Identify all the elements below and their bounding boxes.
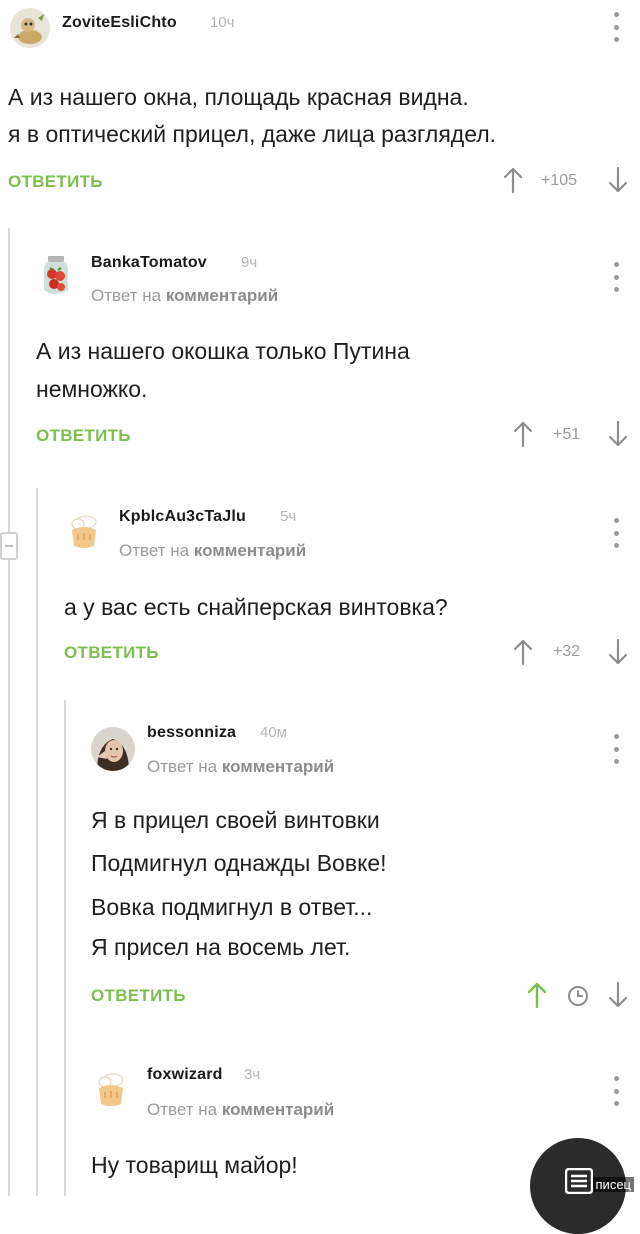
reply-to-prefix: Ответ на (147, 1100, 222, 1119)
avatar[interactable] (91, 1070, 131, 1110)
timestamp: 9ч (241, 254, 258, 271)
reply-to-link[interactable]: Ответ на комментарий (147, 757, 334, 777)
username[interactable]: ZoviteEsliChto (62, 14, 177, 32)
reply-to-prefix: Ответ на (91, 286, 166, 305)
watermark: писец (592, 1177, 634, 1192)
more-vertical-icon[interactable] (613, 262, 619, 292)
reply-button[interactable]: ОТВЕТИТЬ (36, 426, 131, 446)
reply-to-target[interactable]: комментарий (194, 541, 306, 560)
avatar[interactable] (91, 727, 135, 771)
comment-line: Ну товарищ майор! (91, 1152, 298, 1178)
reply-to-link[interactable]: Ответ на комментарий (91, 286, 278, 306)
comment-line: Вовка подмигнул в ответ... (91, 894, 373, 920)
arrow-up-icon[interactable] (512, 420, 534, 448)
comment-line: Я в прицел своей винтовки (91, 807, 380, 833)
reply-button[interactable]: ОТВЕТИТЬ (64, 643, 159, 663)
rating-value: +32 (553, 643, 581, 660)
thread-line-level-3 (64, 700, 66, 1196)
thread-line-level-1 (8, 228, 10, 1196)
avatar-cartoon-figure-icon (10, 8, 50, 48)
comment-line: Я присел на восемь лет. (91, 934, 351, 960)
rating-value: +51 (553, 426, 581, 443)
timestamp: 40м (260, 724, 287, 741)
comment-line: я в оптический прицел, даже лица разгляд… (8, 121, 497, 147)
avatar[interactable] (36, 254, 76, 294)
avatar-tomato-jar-icon (44, 256, 68, 294)
username[interactable]: foxwizard (147, 1066, 223, 1084)
arrow-up-icon[interactable] (526, 981, 548, 1009)
more-vertical-icon[interactable] (613, 734, 619, 764)
comment-line: немножко. (36, 376, 148, 402)
more-vertical-icon[interactable] (613, 518, 619, 548)
timestamp: 3ч (244, 1066, 261, 1083)
reply-to-link[interactable]: Ответ на комментарий (119, 541, 306, 561)
more-vertical-icon[interactable] (613, 12, 619, 42)
reply-to-target[interactable]: комментарий (166, 286, 278, 305)
reply-button[interactable]: ОТВЕТИТЬ (8, 172, 103, 192)
avatar[interactable] (64, 512, 104, 552)
comment-line: а у вас есть снайперская винтовка? (64, 594, 448, 620)
clock-icon (568, 986, 588, 1006)
comment-line: Подмигнул однажды Вовке! (91, 850, 387, 876)
avatar[interactable] (10, 8, 50, 48)
reply-button[interactable]: ОТВЕТИТЬ (91, 986, 186, 1006)
reply-to-target[interactable]: комментарий (222, 757, 334, 776)
comments-list-icon (565, 1168, 593, 1194)
avatar-default-chef-icon (98, 1073, 124, 1106)
comment-line: А из нашего окошка только Путина (36, 338, 410, 364)
collapse-thread-button[interactable] (0, 532, 18, 560)
reply-to-prefix: Ответ на (119, 541, 194, 560)
comment-line: А из нашего окна, площадь красная видна. (8, 84, 469, 110)
reply-to-prefix: Ответ на (147, 757, 222, 776)
arrow-up-icon[interactable] (502, 166, 524, 194)
reply-to-target[interactable]: комментарий (222, 1100, 334, 1119)
arrow-down-icon[interactable] (607, 166, 629, 194)
arrow-down-icon[interactable] (607, 638, 629, 666)
arrow-down-icon[interactable] (607, 420, 629, 448)
more-vertical-icon[interactable] (613, 1076, 619, 1106)
timestamp: 5ч (280, 508, 297, 525)
arrow-down-icon[interactable] (607, 981, 629, 1009)
username[interactable]: bessonniza (147, 724, 236, 742)
thread-line-level-2 (36, 488, 38, 1196)
username[interactable]: BankaTomatov (91, 254, 207, 272)
avatar-default-chef-icon (71, 515, 97, 548)
avatar-woman-photo-icon (91, 727, 135, 771)
reply-to-link[interactable]: Ответ на комментарий (147, 1100, 334, 1120)
username[interactable]: KpblcAu3cTaJlu (119, 508, 246, 526)
timestamp: 10ч (210, 14, 235, 31)
rating-value: +105 (541, 172, 578, 189)
arrow-up-icon[interactable] (512, 638, 534, 666)
